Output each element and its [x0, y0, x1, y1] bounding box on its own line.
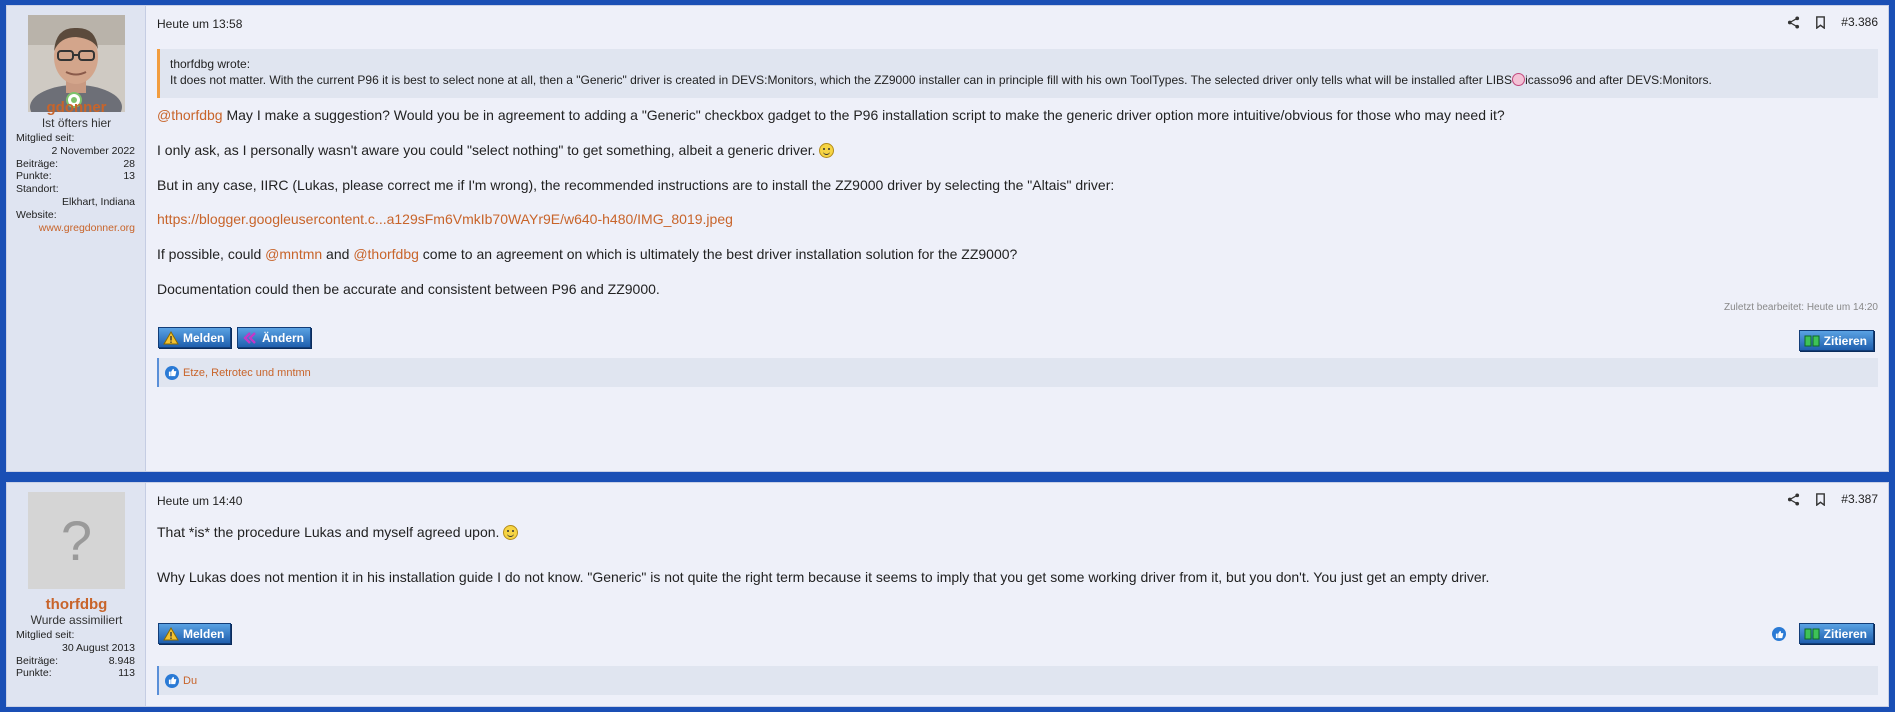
share-icon[interactable] [1787, 15, 1800, 29]
paragraph-text: and [322, 246, 354, 262]
likes-bar: Etze, Retrotec und mntmn [157, 358, 1878, 387]
quote-text: It does not matter. With the current P96… [170, 72, 1868, 88]
posts-value: 8.948 [108, 655, 135, 667]
message-paragraph-3: But in any case, IIRC (Lukas, please cor… [157, 177, 1115, 193]
likes-bar: Du [157, 666, 1878, 695]
mention-thorfdbg[interactable]: @thorfdbg [353, 246, 419, 262]
user-info: gdonner Ist öfters hier Mitglied seit: 2… [7, 6, 146, 471]
user-title: Ist öfters hier [41, 116, 112, 130]
paragraph-text: come to an agreement on which is ultimat… [418, 246, 1018, 262]
avatar-placeholder[interactable]: ? [28, 492, 125, 589]
bookmark-icon[interactable] [1814, 492, 1827, 506]
location-label: Standort: [16, 183, 59, 195]
like-icon [165, 673, 179, 688]
website-link[interactable]: www.gregdonner.org [39, 222, 135, 234]
likes-list[interactable]: Etze, Retrotec und mntmn [183, 367, 311, 379]
member-since-value: 2 November 2022 [51, 145, 135, 157]
mention-thorfdbg[interactable]: @thorfdbg [157, 107, 223, 123]
report-button-label: Melden [183, 626, 225, 641]
paragraph-text: If possible, could [157, 246, 266, 262]
smiley-icon [1512, 73, 1526, 86]
quote-text-part2: icasso96 and after DEVS:Monitors. [1525, 73, 1712, 87]
points-label: Punkte: [16, 667, 52, 679]
username[interactable]: thorfdbg [7, 596, 146, 613]
points-label: Punkte: [16, 170, 52, 182]
edit-button[interactable]: Ändern [237, 327, 311, 348]
share-icon[interactable] [1787, 492, 1800, 506]
member-since-value: 30 August 2013 [62, 642, 135, 654]
likes-list[interactable]: Du [183, 675, 197, 687]
quote-button[interactable]: Zitieren [1798, 330, 1874, 351]
post-content: Heute um 14:40 #3.387 That *is* the proc… [157, 483, 1878, 706]
points-value: 113 [118, 667, 135, 679]
posts-label: Beiträge: [16, 655, 59, 667]
post-tools: #3.387 [1787, 492, 1878, 506]
paragraph-text: I only ask, as I personally wasn't aware… [157, 142, 820, 158]
post-time[interactable]: Heute um 14:40 [157, 494, 242, 508]
message-paragraph-6: Documentation could then be accurate and… [157, 281, 660, 297]
edit-icon [243, 331, 256, 344]
message-paragraph-1: That *is* the procedure Lukas and myself… [157, 524, 519, 540]
report-button[interactable]: Melden [158, 623, 232, 644]
like-icon [165, 365, 179, 380]
smiley-icon [503, 525, 519, 540]
post-number[interactable]: #3.386 [1841, 15, 1878, 29]
bookmark-icon[interactable] [1814, 15, 1827, 29]
edit-button-label: Ändern [262, 330, 304, 345]
post-tools: #3.386 [1787, 15, 1878, 29]
paragraph-text: May I make a suggestion? Would you be in… [222, 107, 1505, 123]
message-paragraph-2: Why Lukas does not mention it in his ins… [157, 569, 1490, 585]
report-button[interactable]: Melden [158, 327, 232, 348]
quote-button[interactable]: Zitieren [1798, 623, 1874, 644]
like-icon[interactable] [1772, 627, 1786, 641]
posts-value: 28 [123, 158, 135, 170]
message-paragraph-5: If possible, could @mntmn and @thorfdbg … [157, 246, 1017, 262]
paragraph-text: That *is* the procedure Lukas and myself… [157, 524, 504, 540]
post-3386: gdonner Ist öfters hier Mitglied seit: 2… [6, 5, 1889, 472]
quote-text-part1: It does not matter. With the current P96… [170, 73, 1513, 87]
post-number[interactable]: #3.387 [1841, 492, 1878, 506]
quote-button-label: Zitieren [1823, 626, 1867, 641]
post-time[interactable]: Heute um 13:58 [157, 17, 242, 31]
user-info: ? thorfdbg Wurde assimiliert Mitglied se… [7, 483, 146, 706]
quote-author[interactable]: thorfdbg wrote: [170, 56, 1868, 72]
image-link[interactable]: https://blogger.googleusercontent.c...a1… [157, 211, 733, 227]
quote-icon [1804, 628, 1820, 639]
member-since-label: Mitglied seit: [16, 132, 75, 144]
report-button-label: Melden [183, 330, 225, 345]
points-value: 13 [123, 170, 135, 182]
location-value: Elkhart, Indiana [62, 196, 135, 208]
username[interactable]: gdonner [7, 99, 146, 116]
posts-label: Beiträge: [16, 158, 59, 170]
mention-mntmn[interactable]: @mntmn [265, 246, 322, 262]
message-paragraph-2: I only ask, as I personally wasn't aware… [157, 142, 835, 158]
warning-icon [163, 330, 179, 344]
user-title: Wurde assimiliert [30, 613, 123, 627]
quote-button-label: Zitieren [1823, 333, 1867, 348]
quote-block: thorfdbg wrote: It does not matter. With… [157, 49, 1878, 98]
member-since-label: Mitglied seit: [16, 629, 75, 641]
message-paragraph-1: @thorfdbg May I make a suggestion? Would… [157, 107, 1505, 123]
warning-icon [163, 626, 179, 640]
quote-icon [1804, 335, 1820, 346]
post-content: Heute um 13:58 #3.386 thorfdbg wrote: It… [157, 6, 1878, 471]
post-3387: ? thorfdbg Wurde assimiliert Mitglied se… [6, 482, 1889, 707]
website-label: Website: [16, 209, 57, 221]
last-edited: Zuletzt bearbeitet: Heute um 14:20 [1724, 302, 1878, 313]
smiley-icon [819, 143, 835, 158]
